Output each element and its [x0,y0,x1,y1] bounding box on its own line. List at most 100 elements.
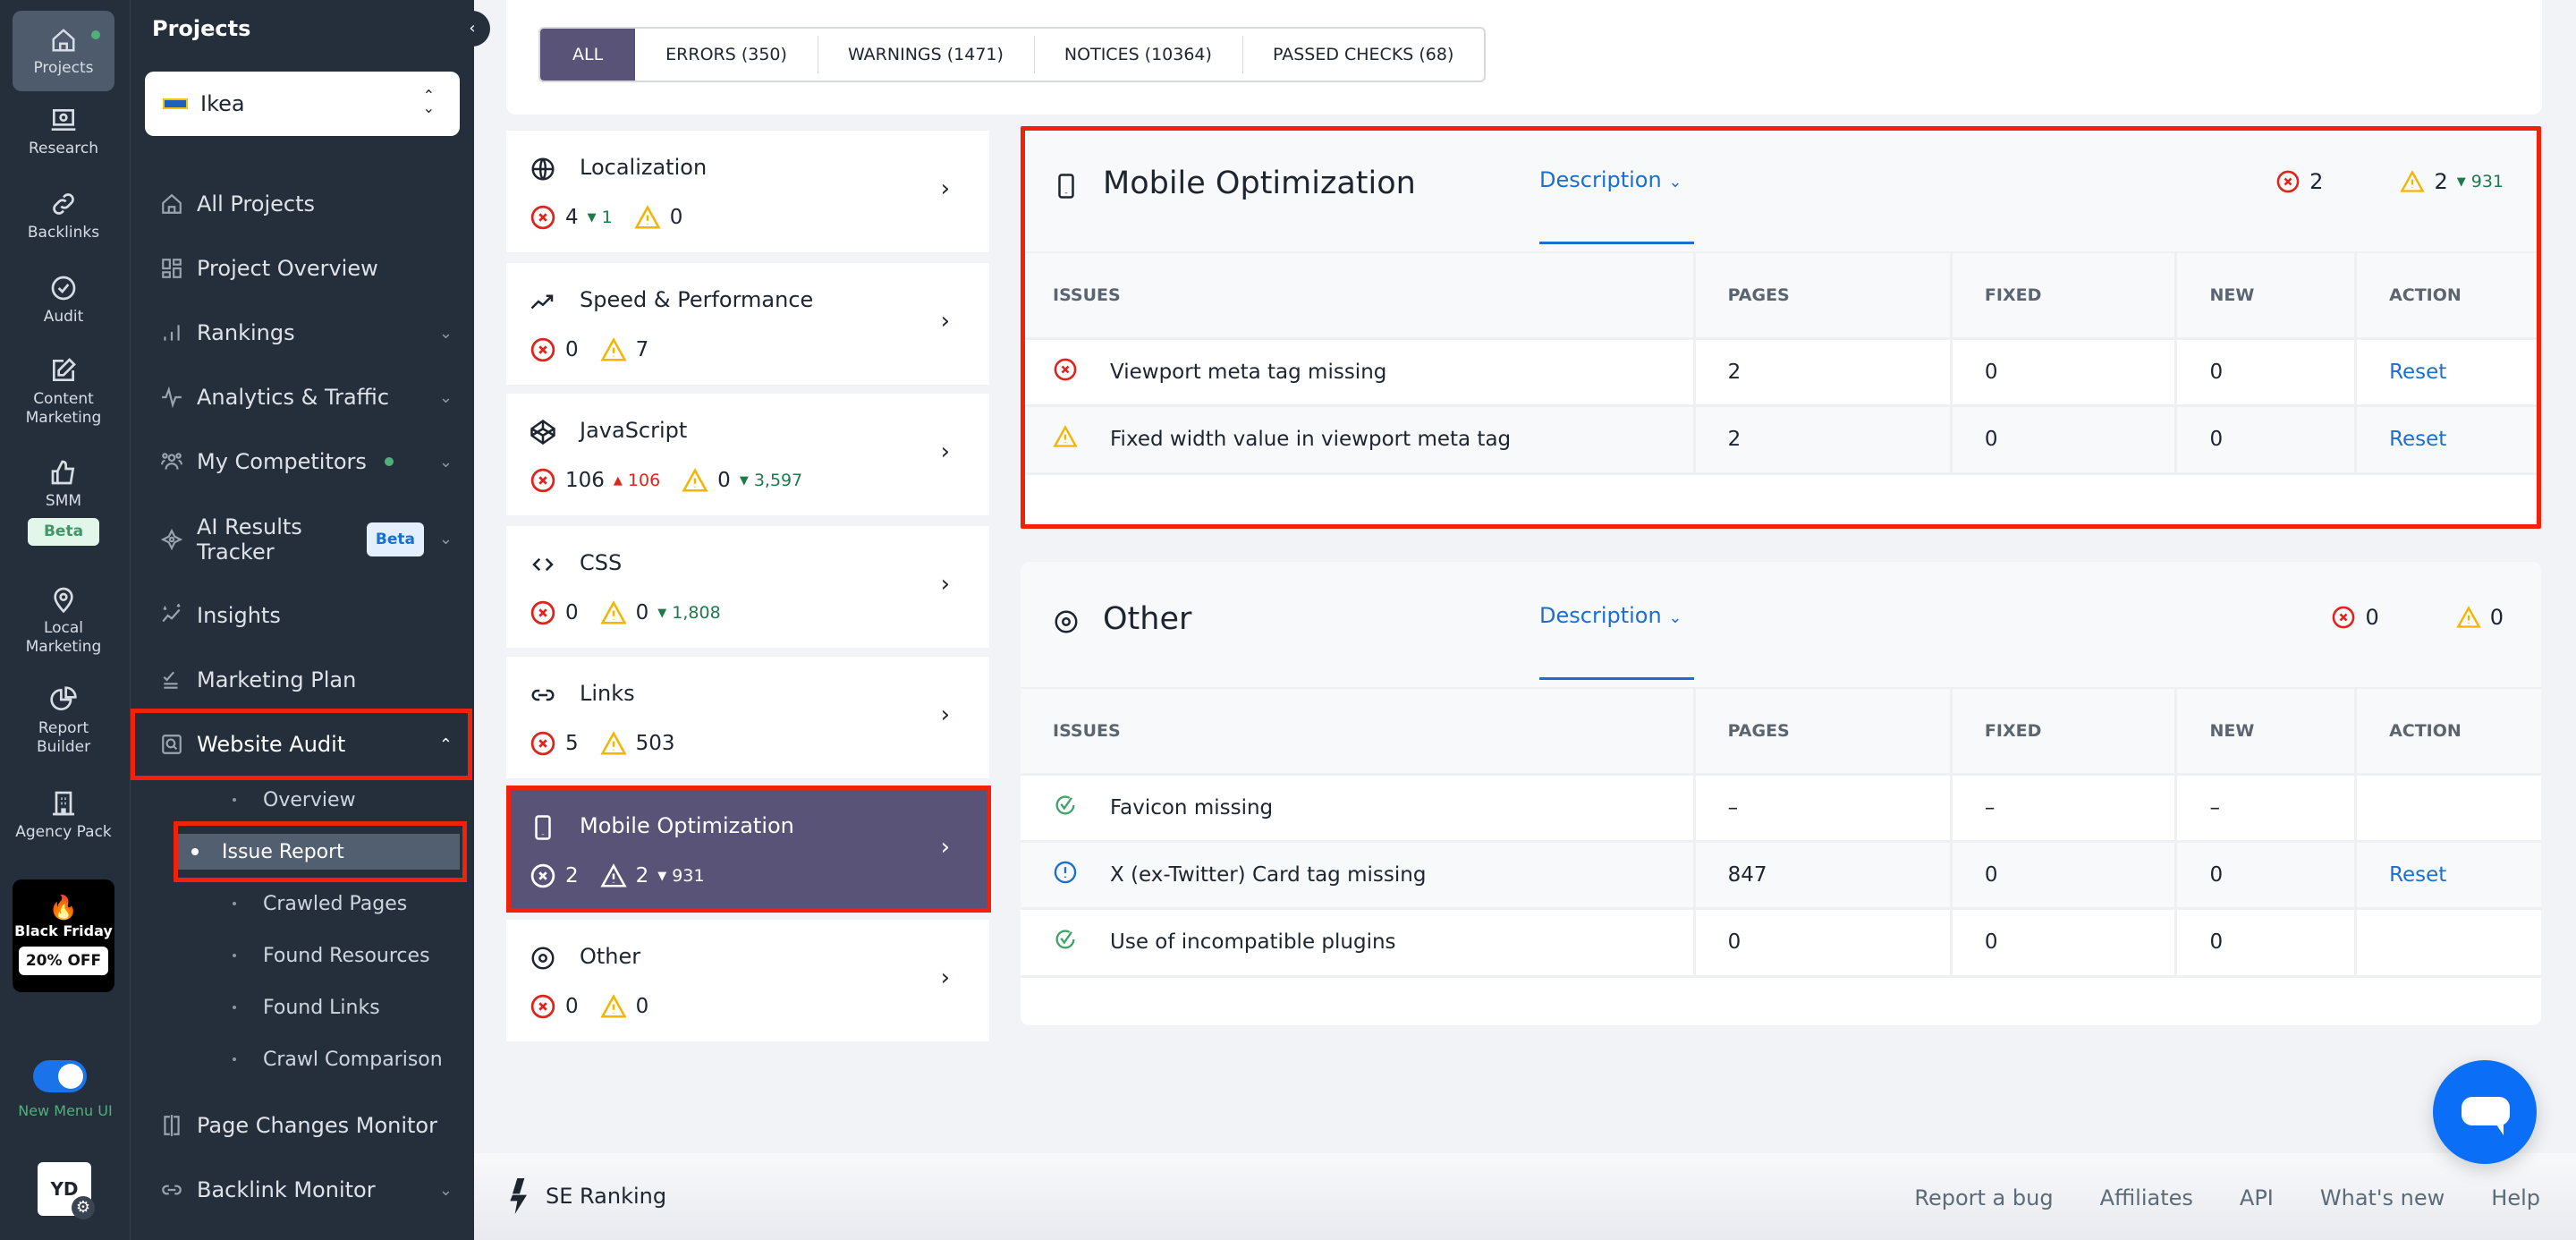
category-item[interactable]: Links 5 503 › [506,657,989,778]
filter-card: ALL ERRORS (350) WARNINGS (1471) NOTICES… [506,0,2542,115]
code-icon [532,557,554,572]
settings-gear-icon[interactable]: ⚙ [72,1196,95,1219]
table-row[interactable]: Use of incompatible plugins 0 0 0 [1021,906,2541,975]
rail-item-projects[interactable]: Projects [13,11,114,91]
nav-item-all-projects[interactable]: All Projects [157,183,453,225]
tab-passed-checks[interactable]: PASSED CHECKS (68) [1241,29,1484,81]
ai-sparkle-icon [157,528,186,551]
description-dropdown[interactable]: Description ⌄ [1539,603,1682,628]
error-icon [530,468,555,493]
chevron-down-icon: ⌄ [438,1180,453,1200]
issues-table: ISSUES PAGES FIXED NEW ACTION Favicon missing… [1021,687,2541,975]
passed-check-icon [1055,930,1075,949]
map-pin-icon [54,587,73,614]
error-delta: ▲ 106 [614,471,660,490]
panel-title: Other [1103,601,1192,637]
issue-panel: Other Description ⌄ 0 0 ISSUES PAGES FIXED NEW A… [1021,562,2541,1025]
rail-item-smm[interactable]: SMM Beta [13,458,114,546]
black-friday-promo[interactable]: 🔥 Black Friday 20% OFF [13,879,114,992]
nav-label: All Projects [197,191,315,217]
rail-item-local-marketing[interactable]: Local Marketing [13,585,114,657]
tab-notices[interactable]: NOTICES (10364) [1033,29,1242,81]
nav-item-insights[interactable]: Insights [157,595,453,636]
reset-link[interactable]: Reset [2389,863,2446,887]
chevron-right-icon: › [940,964,950,991]
error-value: 106 [565,469,605,492]
project-logo-icon [163,98,188,109]
rail-label: SMM [45,492,82,510]
category-stats: 106 ▲ 106 0 ▼ 3,597 [530,467,802,494]
table-row[interactable]: X (ex-Twitter) Card tag missing 847 0 0 Rese… [1021,839,2541,908]
nav-item-project-overview[interactable]: Project Overview [157,248,453,289]
nav-item-page-changes-monitor[interactable]: Page Changes Monitor [157,1105,453,1146]
category-item[interactable]: JavaScript 106 ▲ 106 0 ▼ 3,597 › [506,394,989,515]
issue-name[interactable]: X (ex-Twitter) Card tag missing [1110,863,1426,887]
sub-item-crawl-comparison[interactable]: Crawl Comparison [225,1041,503,1077]
nav-item-backlink-monitor[interactable]: Backlink Monitor ⌄ [157,1169,453,1210]
table-row[interactable]: Favicon missing – – – [1021,772,2541,841]
tab-warnings[interactable]: WARNINGS (1471) [817,29,1034,81]
filter-tabs: ALL ERRORS (350) WARNINGS (1471) NOTICES… [538,27,1487,82]
chat-button[interactable] [2433,1060,2537,1164]
category-item[interactable]: Speed & Performance 0 7 › [506,263,989,385]
sub-item-found-resources[interactable]: Found Resources [225,938,503,973]
sub-label: Found Links [263,996,380,1019]
sub-item-crawled-pages[interactable]: Crawled Pages [225,886,503,922]
pages-cell[interactable]: 0 [1694,906,1953,975]
rail-item-research[interactable]: Research [13,106,114,158]
link-api[interactable]: API [2240,1185,2274,1210]
issue-cell: X (ex-Twitter) Card tag missing [1021,839,1696,908]
category-title: JavaScript [580,418,688,443]
tab-errors[interactable]: ERRORS (350) [635,29,818,81]
issue-name[interactable]: Use of incompatible plugins [1110,930,1396,954]
se-ranking-logo[interactable]: SE Ranking [506,1178,666,1214]
issue-cell: Use of incompatible plugins [1021,906,1696,975]
nav-panel: Projects Ikea ⌃ ⌄ All Projects Project Ov… [131,0,474,1240]
nav-label: Rankings [197,320,295,345]
error-delta-value: 106 [627,471,661,490]
notification-dot [91,30,100,39]
chevron-right-icon: › [940,308,950,335]
error-delta: ▼ 1 [588,208,613,227]
nav-label: Project Overview [197,256,378,281]
sub-item-found-links[interactable]: Found Links [225,989,503,1025]
link-whats-new[interactable]: What's new [2320,1185,2445,1210]
warning-count: 0 [600,993,648,1020]
triangle-down-icon: ▼ [657,606,667,620]
rail-item-backlinks[interactable]: Backlinks [13,190,114,242]
issue-name[interactable]: Favicon missing [1110,796,1273,820]
nav-item-ai-results-tracker[interactable]: AI Results Tracker Beta ⌄ [157,514,453,565]
fire-icon: 🔥 [48,895,79,922]
link-affiliates[interactable]: Affiliates [2100,1185,2193,1210]
bullet [233,1057,236,1061]
action-cell: Reset [2355,839,2541,908]
warning-icon [600,994,627,1018]
warning-count: 7 [600,336,648,363]
pages-cell[interactable]: – [1694,772,1953,841]
project-selector[interactable]: Ikea ⌃ ⌄ [145,72,460,136]
new-menu-ui-toggle[interactable] [33,1060,87,1092]
link-help[interactable]: Help [2491,1185,2540,1210]
category-item[interactable]: CSS 0 0 ▼ 1,808 › [506,526,989,648]
error-icon [530,994,555,1019]
link-report-bug[interactable]: Report a bug [1914,1185,2053,1210]
sub-item-overview[interactable]: Overview [225,782,503,818]
category-item[interactable]: Other 0 0 › [506,920,989,1041]
rail-item-audit[interactable]: Audit [13,274,114,327]
rail-item-content-marketing[interactable]: Content Marketing [13,356,114,428]
nav-item-rankings[interactable]: Rankings ⌄ [157,312,453,353]
rail-item-report-builder[interactable]: Report Builder [13,685,114,757]
nav-item-marketing-plan[interactable]: Marketing Plan [157,659,453,701]
tab-all[interactable]: ALL [540,29,636,81]
nav-item-analytics-traffic[interactable]: Analytics & Traffic ⌄ [157,377,453,418]
warning-delta: ▼ 1,808 [657,603,720,623]
rail-item-agency-pack[interactable]: Agency Pack [13,789,114,842]
category-item[interactable]: Localization 4 ▼ 1 0 › [506,131,989,252]
triangle-down-icon: ▼ [587,210,597,225]
chevron-down-icon: ⌄ [438,452,453,471]
collapse-sidebar-button[interactable]: ‹ [454,11,490,47]
column-header: ACTION [2355,687,2541,774]
nav-item-my-competitors[interactable]: My Competitors ⌄ [157,441,453,482]
pages-cell[interactable]: 847 [1694,839,1953,908]
pie-chart-icon [50,686,77,710]
